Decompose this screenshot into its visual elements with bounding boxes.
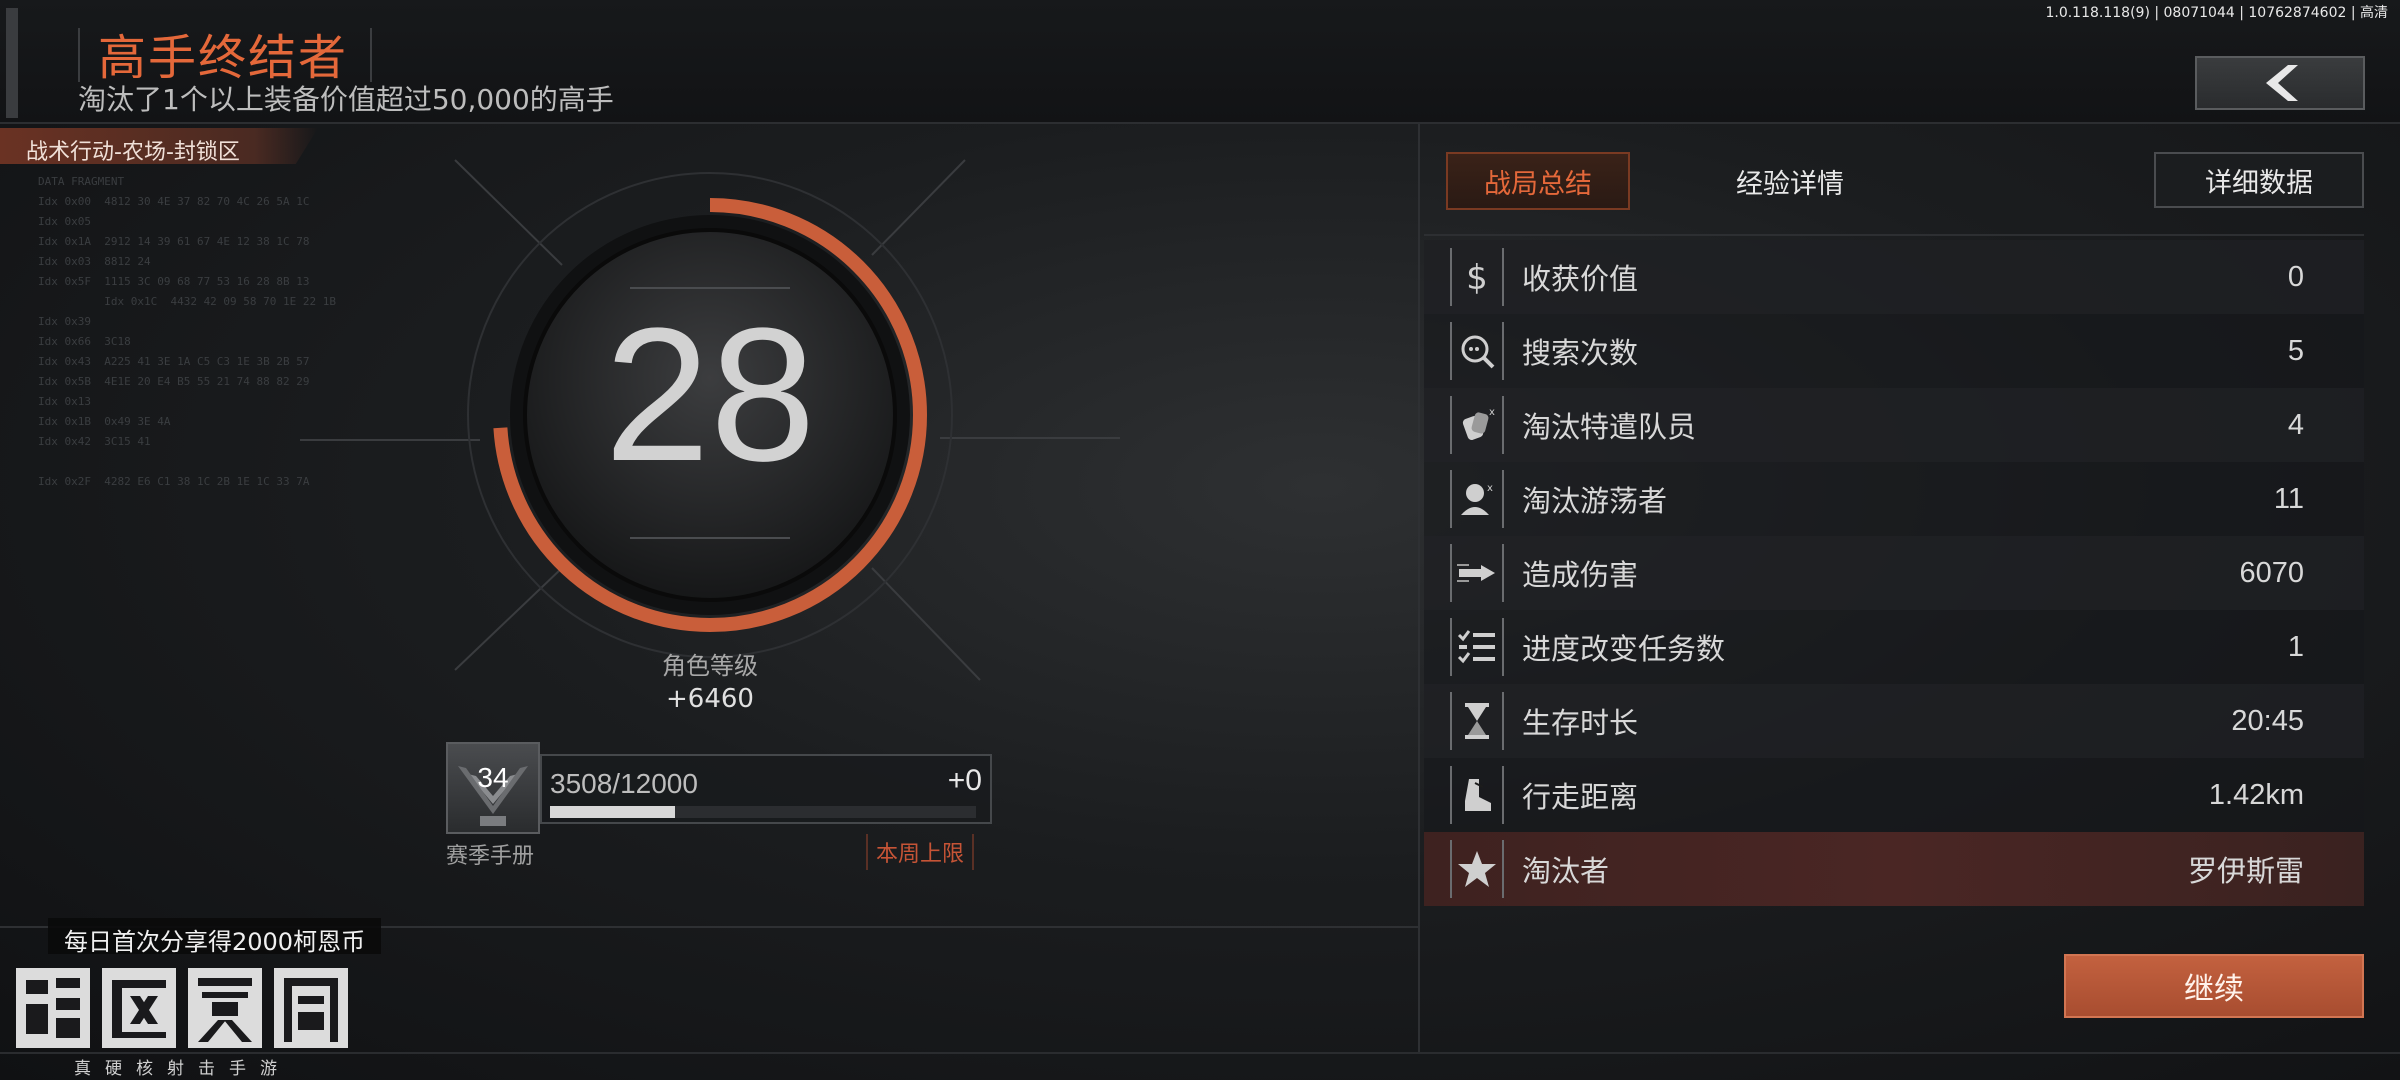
tab-summary[interactable]: 战局总结 — [1446, 152, 1630, 210]
panel-divider — [1418, 124, 1420, 1054]
stat-value: 5 — [2287, 334, 2304, 367]
stat-label: 搜索次数 — [1522, 336, 1639, 370]
game-logo — [12, 962, 362, 1058]
stat-label: 造成伤害 — [1522, 558, 1639, 592]
bullet-icon — [1450, 544, 1504, 602]
build-info: 1.0.118.118(9) | 08071044 | 10762874602 … — [2045, 5, 2388, 21]
stat-row: x 淘汰游荡者 11 — [1424, 462, 2364, 536]
stat-row: 进度改变任务数 1 — [1424, 610, 2364, 684]
stat-row: 行走距离 1.42km — [1424, 758, 2364, 832]
stat-value: 11 — [2273, 482, 2304, 515]
tab-divider — [1424, 234, 2364, 236]
stat-label: 淘汰者 — [1522, 854, 1610, 888]
stat-value: 4 — [2287, 408, 2304, 441]
achievement-subtitle: 淘汰了1个以上装备价值超过50,000的高手 — [78, 83, 614, 116]
season-progress-text: 3508/12000 — [550, 768, 698, 799]
game-slogan: 真硬核射击手游 — [74, 1059, 291, 1079]
stat-label: 淘汰游荡者 — [1522, 484, 1668, 518]
chevron-left-icon — [2266, 65, 2298, 101]
level-number: 28 — [604, 289, 816, 501]
stat-row: $ 收获价值 0 — [1424, 240, 2364, 314]
stat-label: 淘汰特遣队员 — [1522, 410, 1697, 444]
continue-button[interactable]: 继续 — [2064, 954, 2364, 1018]
level-label: 角色等级 — [662, 652, 758, 680]
boot-icon — [1450, 766, 1504, 824]
stat-row: 生存时长 20:45 — [1424, 684, 2364, 758]
checklist-icon — [1450, 618, 1504, 676]
season-label: 赛季手册 — [446, 844, 535, 869]
game-logo-wordmark — [16, 968, 348, 1048]
stat-label: 进度改变任务数 — [1522, 632, 1726, 666]
dogtag-icon: x — [1450, 396, 1504, 454]
stat-label: 收获价值 — [1522, 262, 1639, 296]
search-loot-icon — [1450, 322, 1504, 380]
season-progress-fill — [550, 806, 675, 818]
stat-row: 淘汰者 罗伊斯雷 — [1424, 832, 2364, 906]
stat-value: 0 — [2287, 260, 2304, 293]
dollar-icon: $ — [1450, 248, 1504, 306]
header-edge-bar — [6, 8, 18, 118]
back-button[interactable] — [2195, 56, 2365, 110]
stat-row: 造成伤害 6070 — [1424, 536, 2364, 610]
detail-data-button[interactable]: 详细数据 — [2154, 152, 2364, 208]
stat-value: 罗伊斯雷 — [2187, 856, 2304, 888]
weekly-cap-label: 本周上限 — [866, 834, 975, 870]
level-panel: 28 角色等级 +6460 — [300, 150, 1120, 714]
stat-value: 20:45 — [2231, 704, 2304, 737]
hourglass-icon — [1450, 692, 1504, 750]
stat-row: 搜索次数 5 — [1424, 314, 2364, 388]
stat-label: 生存时长 — [1522, 706, 1639, 740]
map-tag: 战术行动-农场-封锁区 — [0, 128, 318, 164]
star-badge-icon — [1450, 840, 1504, 898]
stat-value: 1 — [2287, 630, 2304, 663]
tab-exp-detail[interactable]: 经验详情 — [1690, 152, 1890, 210]
svg-text:x: x — [1487, 483, 1493, 494]
stat-label: 行走距离 — [1522, 780, 1639, 814]
stat-value: 6070 — [2239, 556, 2304, 589]
data-fragment-decoration: DATA FRAGMENT Idx 0x00 4812 30 4E 37 82 … — [38, 175, 337, 488]
svg-text:$: $ — [1466, 258, 1488, 298]
level-xp-gain: +6460 — [666, 684, 754, 714]
share-tip[interactable]: 每日首次分享得2000柯恩币 — [48, 918, 382, 956]
season-xp-gain: +0 — [947, 764, 982, 797]
stat-value: 1.42km — [2208, 778, 2304, 811]
season-level: 34 — [477, 762, 509, 793]
scav-kill-icon: x — [1450, 470, 1504, 528]
stat-row: x 淘汰特遣队员 4 — [1424, 388, 2364, 462]
svg-text:x: x — [1489, 407, 1495, 418]
